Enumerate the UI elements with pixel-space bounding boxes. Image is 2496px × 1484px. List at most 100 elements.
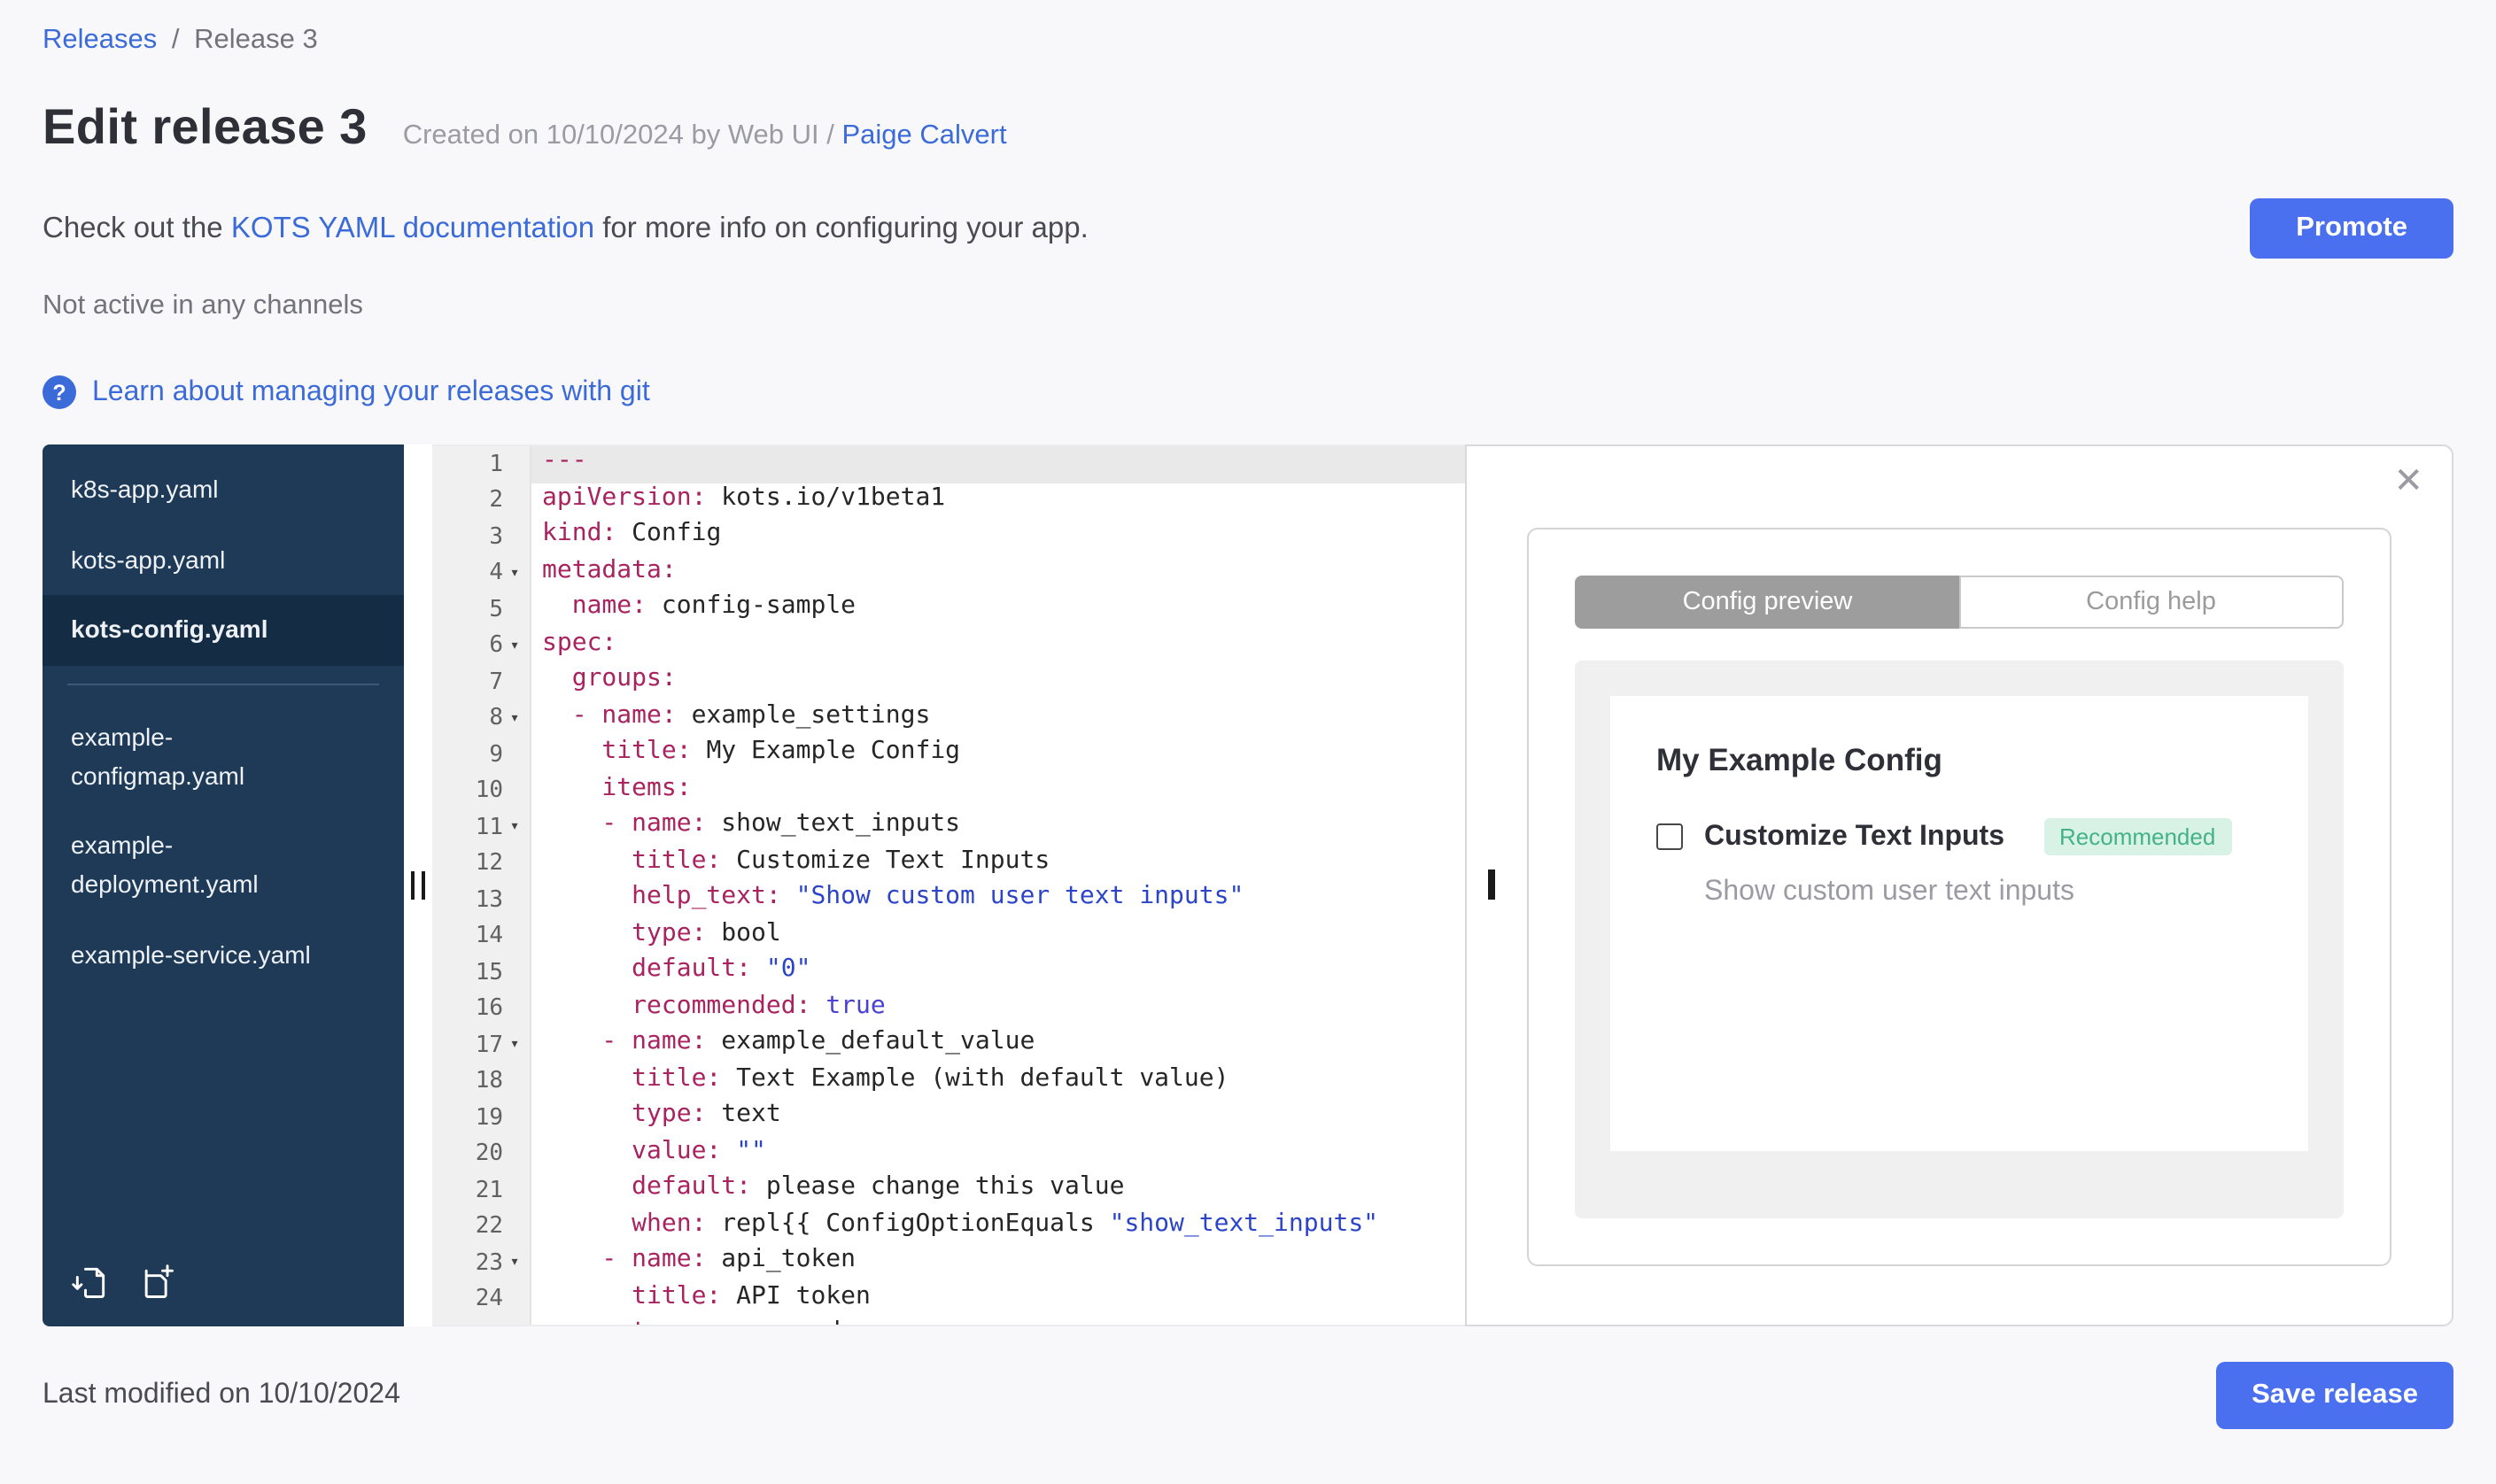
- code-line: title: My Example Config: [531, 737, 1465, 773]
- release-editor: k8s-app.yamlkots-app.yamlkots-config.yam…: [43, 444, 2453, 1326]
- breadcrumb-releases-link[interactable]: Releases: [43, 25, 157, 55]
- code-line: groups:: [531, 664, 1465, 700]
- code-line: - name: show_text_inputs: [531, 809, 1465, 846]
- doc-row: Check out the KOTS YAML documentation fo…: [43, 198, 2453, 259]
- fold-arrow-icon[interactable]: ▾: [503, 1037, 526, 1055]
- upload-file-icon[interactable]: [71, 1263, 110, 1302]
- promote-button[interactable]: Promote: [2250, 198, 2453, 259]
- kots-yaml-doc-link[interactable]: KOTS YAML documentation: [231, 212, 594, 243]
- code-line: type: password: [531, 1318, 1465, 1325]
- line-number: 16: [450, 996, 503, 1023]
- resize-handle-right[interactable]: [1488, 870, 1495, 901]
- code-line: - name: api_token: [531, 1245, 1465, 1281]
- gutter-cell: 19: [432, 1100, 530, 1136]
- gutter-cell: 16: [432, 991, 530, 1027]
- code-line: apiVersion: kots.io/v1beta1: [531, 483, 1465, 519]
- file-tree-item[interactable]: example-service.yaml: [43, 921, 404, 991]
- line-number: 5: [450, 597, 503, 623]
- recommended-badge: Recommended: [2043, 818, 2231, 855]
- line-number: 14: [450, 924, 503, 950]
- file-tree-item[interactable]: kots-app.yaml: [43, 525, 404, 595]
- file-tree-divider: [67, 684, 379, 685]
- code-line: name: config-sample: [531, 591, 1465, 628]
- breadcrumb: Releases / Release 3: [43, 25, 2453, 57]
- drag-grip-icon: [411, 871, 425, 900]
- code-line: default: "0": [531, 955, 1465, 991]
- created-prefix: Created on 10/10/2024 by Web UI /: [403, 120, 842, 151]
- new-file-icon[interactable]: [138, 1263, 177, 1302]
- config-preview-card: Config previewConfig help My Example Con…: [1527, 528, 2391, 1266]
- line-number: 7: [450, 669, 503, 696]
- code-line: metadata:: [531, 555, 1465, 591]
- gutter-cell: 17▾: [432, 1027, 530, 1063]
- close-icon[interactable]: ✕: [2393, 464, 2423, 499]
- tab-config-preview[interactable]: Config preview: [1575, 576, 1960, 629]
- line-number: 20: [450, 1141, 503, 1168]
- line-number: 15: [450, 960, 503, 986]
- config-item-row: Customize Text Inputs Recommended: [1656, 818, 2262, 855]
- config-item-checkbox[interactable]: [1656, 823, 1683, 850]
- gutter-cell: 12: [432, 846, 530, 882]
- config-preview-pane: ✕ Config previewConfig help My Example C…: [1465, 444, 2453, 1326]
- gutter-cell: 24: [432, 1281, 530, 1318]
- file-tree: k8s-app.yamlkots-app.yamlkots-config.yam…: [43, 444, 404, 1326]
- line-number: 11: [450, 815, 503, 841]
- question-mark-icon: ?: [43, 375, 76, 409]
- breadcrumb-current: Release 3: [194, 25, 318, 55]
- config-item-help: Show custom user text inputs: [1704, 877, 2262, 908]
- git-help-link[interactable]: ? Learn about managing your releases wit…: [43, 375, 650, 409]
- file-tree-top: k8s-app.yamlkots-app.yamlkots-config.yam…: [43, 455, 404, 666]
- fold-arrow-icon[interactable]: ▾: [503, 638, 526, 655]
- code-line: items:: [531, 773, 1465, 809]
- line-number: 9: [450, 742, 503, 769]
- line-number: 19: [450, 1105, 503, 1132]
- gutter-cell: 4▾: [432, 555, 530, 591]
- line-number: 6: [450, 633, 503, 660]
- code-line: value: "": [531, 1136, 1465, 1172]
- fold-arrow-icon[interactable]: ▾: [503, 819, 526, 837]
- fold-arrow-icon[interactable]: ▾: [503, 565, 526, 583]
- page-header: Releases / Release 3 Edit release 3 Crea…: [43, 25, 2453, 409]
- line-number: 12: [450, 851, 503, 877]
- config-item-label[interactable]: Customize Text Inputs: [1704, 821, 2004, 853]
- file-tree-item[interactable]: kots-config.yaml: [43, 596, 404, 666]
- editor-code-area[interactable]: ---apiVersion: kots.io/v1beta1kind: Conf…: [531, 446, 1465, 1325]
- config-preview-body: My Example Config Customize Text Inputs …: [1575, 661, 2344, 1218]
- author-link[interactable]: Paige Calvert: [841, 120, 1006, 151]
- code-line: when: repl{{ ConfigOptionEquals "show_te…: [531, 1209, 1465, 1245]
- preview-tab-bar: Config previewConfig help: [1575, 576, 2344, 629]
- editor-gutter: 1234▾56▾78▾91011▾121314151617▾1819202122…: [432, 446, 531, 1325]
- save-release-button[interactable]: Save release: [2216, 1362, 2453, 1429]
- line-number: 1: [450, 452, 503, 478]
- gutter-cell: 10: [432, 773, 530, 809]
- gutter-cell: 20: [432, 1136, 530, 1172]
- gutter-cell: 8▾: [432, 700, 530, 737]
- code-line: title: Text Example (with default value): [531, 1063, 1465, 1100]
- file-tree-item[interactable]: k8s-app.yaml: [43, 455, 404, 525]
- gutter-cell: 15: [432, 955, 530, 991]
- resize-handle-left[interactable]: [404, 444, 432, 1326]
- file-tree-item[interactable]: example-deployment.yaml: [43, 812, 404, 921]
- config-group-title: My Example Config: [1656, 742, 2262, 779]
- doc-text-after: for more info on configuring your app.: [594, 212, 1089, 243]
- gutter-cell: 2: [432, 483, 530, 519]
- line-number: 24: [450, 1287, 503, 1313]
- line-number: 8: [450, 706, 503, 732]
- created-text: Created on 10/10/2024 by Web UI / Paige …: [403, 120, 1007, 152]
- fold-arrow-icon[interactable]: ▾: [503, 1255, 526, 1272]
- page-footer: Last modified on 10/10/2024 Save release: [43, 1362, 2453, 1429]
- line-number: 2: [450, 488, 503, 514]
- tab-config-help[interactable]: Config help: [1958, 576, 2344, 629]
- last-modified-text: Last modified on 10/10/2024: [43, 1380, 400, 1411]
- gutter-cell: 13: [432, 882, 530, 918]
- code-line: type: bool: [531, 918, 1465, 955]
- line-number: 23: [450, 1250, 503, 1277]
- gutter-cell: 6▾: [432, 628, 530, 664]
- line-number: 4: [450, 560, 503, 587]
- doc-text: Check out the KOTS YAML documentation fo…: [43, 212, 1089, 245]
- doc-text-before: Check out the: [43, 212, 231, 243]
- code-line: help_text: "Show custom user text inputs…: [531, 882, 1465, 918]
- file-tree-item[interactable]: example-configmap.yaml: [43, 703, 404, 812]
- fold-arrow-icon[interactable]: ▾: [503, 710, 526, 728]
- file-tree-actions: [71, 1263, 177, 1302]
